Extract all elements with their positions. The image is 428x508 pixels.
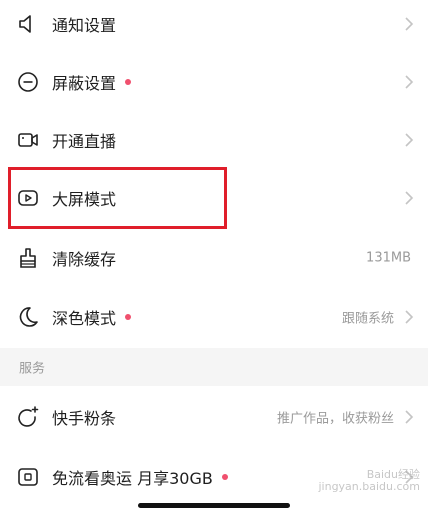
notification-dot [125,314,132,320]
settings-row-notifications[interactable]: 通知设置 [0,0,428,53]
watermark: Baidu经验 jingyan.baidu.com [318,468,420,493]
chevron-right-icon [405,310,414,324]
settings-row-label: 大屏模式 [52,190,117,209]
chevron-right-icon [405,191,414,205]
section-header-services: 服务 [0,348,428,386]
settings-row-big-screen[interactable]: 大屏模式 [0,169,428,227]
chevron-right-icon [405,133,414,147]
settings-row-label: 快手粉条 [52,409,117,428]
dark-mode-value: 跟随系统 [341,311,394,327]
notification-dot [221,474,228,480]
notification-dot [125,79,132,85]
settings-row-label: 清除缓存 [52,250,117,269]
section-title: 服务 [19,361,46,377]
settings-row-label: 通知设置 [52,16,117,35]
sparkle-icon [16,405,40,429]
cache-size-value: 131MB [366,250,411,266]
chevron-right-icon [405,17,414,31]
moon-icon [16,305,40,329]
play-screen-icon [16,186,40,210]
settings-row-promote[interactable]: 快手粉条 推广作品，收获粉丝 [0,388,428,446]
settings-row-label: 开通直播 [52,132,117,151]
home-indicator [138,503,290,508]
settings-row-label: 免流看奥运 月享30GB [52,465,228,489]
settings-row-label: 深色模式 [52,305,132,329]
promote-value: 推广作品，收获粉丝 [276,411,394,427]
settings-row-live[interactable]: 开通直播 [0,111,428,169]
settings-row-clear-cache[interactable]: 清除缓存 131MB [0,229,428,287]
settings-row-block[interactable]: 屏蔽设置 [0,53,428,111]
chevron-right-icon [405,410,414,424]
sim-card-icon [16,465,40,489]
speaker-icon [16,12,40,36]
block-icon [16,70,40,94]
broom-icon [16,246,40,270]
settings-row-dark-mode[interactable]: 深色模式 跟随系统 [0,288,428,346]
chevron-right-icon [405,75,414,89]
settings-row-label: 屏蔽设置 [52,70,132,94]
video-camera-icon [16,128,40,152]
